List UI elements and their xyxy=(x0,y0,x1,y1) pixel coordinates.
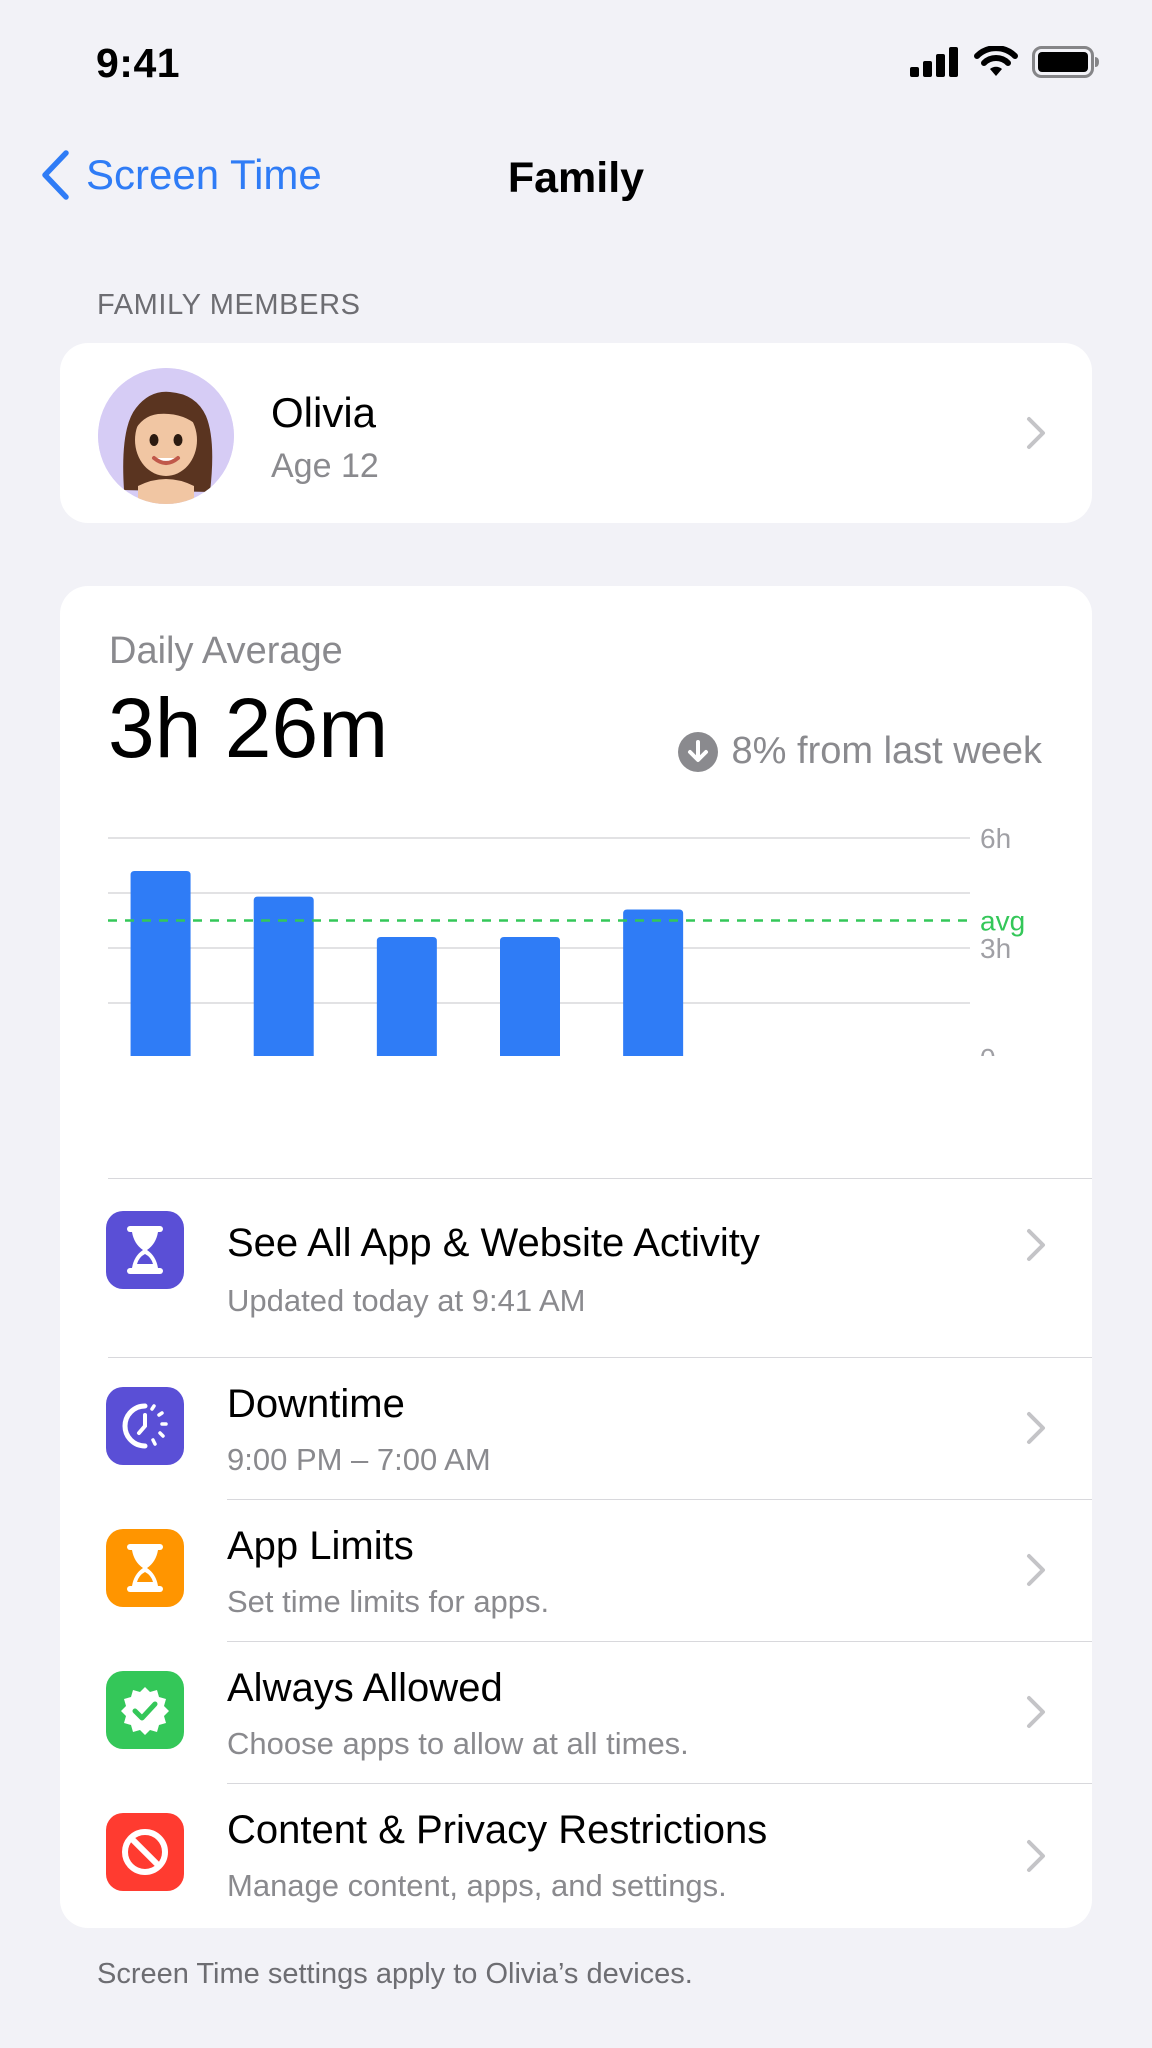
avatar xyxy=(98,368,234,504)
memoji-avatar-icon xyxy=(98,368,234,504)
chart-average-label: avg xyxy=(980,906,1025,937)
downtime-row[interactable]: Downtime 9:00 PM – 7:00 AM xyxy=(60,1358,1092,1498)
activity-card: Daily Average 3h 26m 8% from last week 6… xyxy=(60,586,1092,1928)
hourglass-icon xyxy=(106,1211,184,1289)
chart-y-tick-label: 6h xyxy=(980,823,1011,854)
chart-bar xyxy=(376,937,437,1056)
always-allowed-title: Always Allowed xyxy=(227,1666,503,1710)
screen-time-family-page: 9:41 Screen Time Family FAMILY MEMBERS O… xyxy=(0,0,1152,2048)
chevron-right-icon xyxy=(1027,1696,1045,1728)
app-limits-title: App Limits xyxy=(227,1524,414,1568)
member-age: Age 12 xyxy=(271,447,379,485)
downtime-subtitle: 9:00 PM – 7:00 AM xyxy=(227,1442,491,1477)
chevron-right-icon xyxy=(1027,417,1045,449)
downtime-icon xyxy=(106,1387,184,1465)
daily-usage-chart: 6h3h0SMTWTFSavg xyxy=(108,823,1025,1056)
section-header-family-members: FAMILY MEMBERS xyxy=(97,289,361,321)
status-icons xyxy=(910,46,1100,78)
page-title: Family xyxy=(507,154,645,202)
chevron-right-icon xyxy=(1027,1229,1045,1261)
see-all-activity-row[interactable]: See All App & Website Activity Updated t… xyxy=(60,1179,1092,1357)
content-privacy-title: Content & Privacy Restrictions xyxy=(227,1808,768,1852)
chevron-right-icon xyxy=(1027,1840,1045,1872)
downtime-title: Downtime xyxy=(227,1382,405,1426)
always-allowed-row[interactable]: Always Allowed Choose apps to allow at a… xyxy=(60,1642,1092,1782)
battery-icon xyxy=(1032,46,1099,78)
checkmark-seal-icon xyxy=(106,1671,184,1749)
arrow-down-circle-icon xyxy=(677,731,718,772)
chevron-right-icon xyxy=(1027,1554,1045,1586)
trend-text: 8% from last week xyxy=(731,730,1042,772)
chart-bar xyxy=(130,871,191,1056)
chart-bar xyxy=(500,937,560,1056)
app-limits-subtitle: Set time limits for apps. xyxy=(227,1584,550,1619)
chart-y-tick-label: 0 xyxy=(980,1043,996,1056)
always-allowed-subtitle: Choose apps to allow at all times. xyxy=(227,1726,689,1761)
see-all-activity-title: See All App & Website Activity xyxy=(227,1221,760,1265)
wifi-icon xyxy=(974,46,1018,76)
chevron-right-icon xyxy=(1027,1412,1045,1444)
daily-average-value: 3h 26m xyxy=(108,681,389,775)
member-name: Olivia xyxy=(271,389,377,436)
status-time: 9:41 xyxy=(96,40,181,86)
app-limits-row[interactable]: App Limits Set time limits for apps. xyxy=(60,1500,1092,1640)
footer-note: Screen Time settings apply to Olivia’s d… xyxy=(97,1958,693,1990)
see-all-activity-subtitle: Updated today at 9:41 AM xyxy=(227,1283,586,1318)
family-member-row[interactable]: Olivia Age 12 xyxy=(60,343,1092,523)
chart-bar xyxy=(623,909,684,1056)
cellular-signal-icon xyxy=(910,47,958,77)
trend-indicator: 8% from last week xyxy=(677,730,1042,773)
daily-average-label: Daily Average xyxy=(109,630,343,672)
content-privacy-subtitle: Manage content, apps, and settings. xyxy=(227,1868,727,1903)
hourglass-icon xyxy=(106,1529,184,1607)
chart-y-tick-label: 3h xyxy=(980,933,1011,964)
restricted-icon xyxy=(106,1813,184,1891)
content-privacy-row[interactable]: Content & Privacy Restrictions Manage co… xyxy=(60,1784,1092,1928)
